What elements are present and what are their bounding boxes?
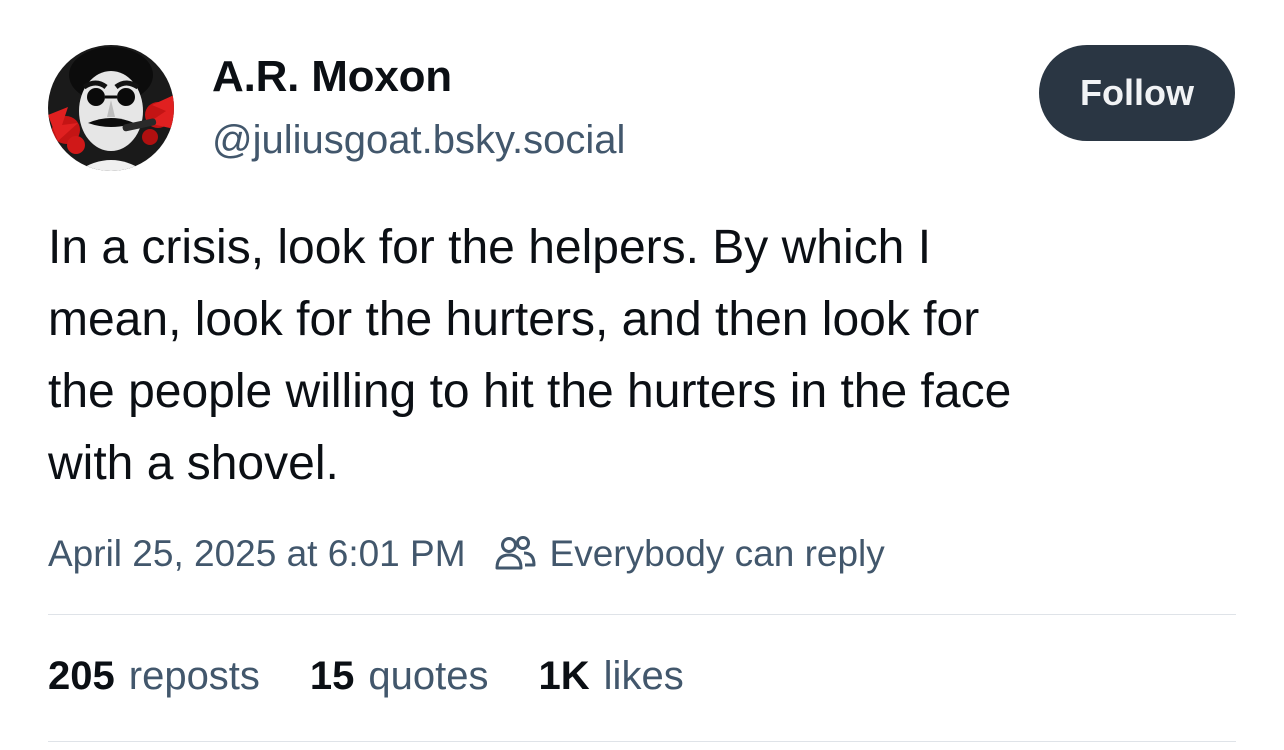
likes-stat[interactable]: 1K likes (539, 654, 684, 699)
reply-setting-label: Everybody can reply (549, 533, 885, 574)
post-thread-item: A.R. Moxon @juliusgoat.bsky.social Follo… (0, 0, 1284, 750)
quotes-count: 15 (309, 654, 355, 698)
post-text: In a crisis, look for the helpers. By wh… (48, 221, 1012, 490)
likes-count: 1K (538, 654, 590, 698)
reposts-stat[interactable]: 205 reposts (48, 654, 260, 699)
author-display-name[interactable]: A.R. Moxon (212, 52, 452, 102)
people-icon (494, 533, 536, 575)
reply-setting[interactable]: Everybody can reply (494, 533, 885, 575)
post-meta: April 25, 2025 at 6:01 PM Everybody can … (48, 530, 885, 578)
follow-button[interactable]: Follow (1039, 45, 1235, 141)
divider (48, 614, 1236, 615)
quotes-label: quotes (368, 654, 489, 698)
divider (48, 741, 1236, 742)
avatar[interactable] (48, 45, 174, 171)
reposts-count: 205 (48, 654, 115, 698)
reposts-label: reposts (128, 654, 260, 698)
likes-label: likes (603, 654, 684, 698)
post-stats: 205 reposts 15 quotes 1K likes (48, 654, 734, 699)
post-timestamp[interactable]: April 25, 2025 at 6:01 PM (48, 533, 466, 575)
author-handle[interactable]: @juliusgoat.bsky.social (212, 118, 625, 163)
quotes-stat[interactable]: 15 quotes (310, 654, 489, 699)
